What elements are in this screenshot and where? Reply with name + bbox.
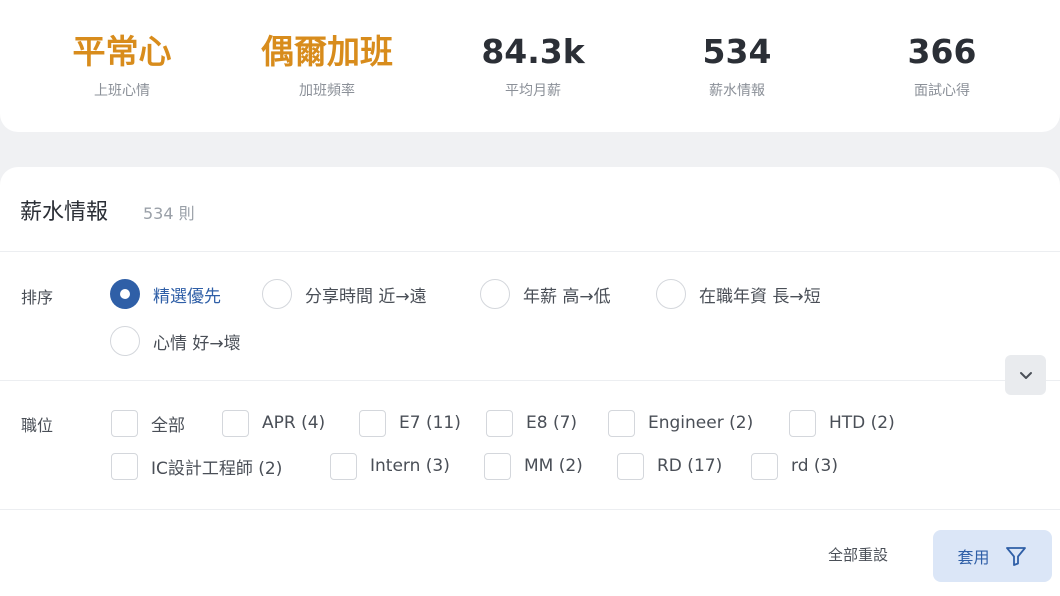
panel-count: 534 則 [143,204,195,223]
checkbox-icon[interactable] [111,409,138,437]
position-option-e7[interactable]: E7 (11) [359,408,461,438]
position-option-rd[interactable]: RD (17) [617,451,722,481]
position-option-label: E7 (11) [399,413,461,433]
checkbox-icon[interactable] [484,452,511,480]
radio-icon[interactable] [262,279,292,309]
position-option-label: Engineer (2) [648,413,754,433]
checkbox-icon[interactable] [789,409,816,437]
sort-option-label: 年薪 高→低 [523,286,611,307]
sort-option-label: 心情 好→壞 [153,333,241,354]
stat-overtime: 偶爾加班 加班頻率 [227,30,427,100]
position-option-intern[interactable]: Intern (3) [330,451,450,481]
checkbox-icon[interactable] [111,452,138,480]
position-option-label: MM (2) [524,456,583,476]
sort-option-label: 精選優先 [153,286,221,307]
position-option-mm[interactable]: MM (2) [484,451,583,481]
position-option-htd[interactable]: HTD (2) [789,408,895,438]
checkbox-icon[interactable] [486,409,513,437]
chevron-down-icon [1019,371,1032,379]
sort-option-mood[interactable]: 心情 好→壞 [110,326,241,356]
stat-label: 加班頻率 [299,83,355,99]
stat-mood: 平常心 上班心情 [22,30,222,100]
position-section: 職位 全部 APR (4) E7 (11) E8 (7) Engineer (2… [0,382,1060,510]
sort-section: 排序 精選優先 分享時間 近→遠 年薪 高→低 在職年資 長→短 心情 好→壞 [0,253,1060,381]
position-option-label: 全部 [151,415,185,436]
checkbox-icon[interactable] [222,409,249,437]
position-option-ic-engineer[interactable]: IC設計工程師 (2) [111,451,282,481]
stat-label: 上班心情 [94,83,150,99]
sort-option-share-time[interactable]: 分享時間 近→遠 [262,279,427,309]
reset-all-button[interactable]: 全部重設 [828,544,888,565]
stat-salary-reports: 534 薪水情報 [637,30,837,100]
position-option-label: HTD (2) [829,413,895,433]
stat-value: 偶爾加班 [261,32,393,71]
stats-card: 平常心 上班心情 偶爾加班 加班頻率 84.3k 平均月薪 534 薪水情報 3… [0,0,1060,132]
radio-icon[interactable] [480,279,510,309]
stat-interviews: 366 面試心得 [842,30,1042,100]
position-option-label: Intern (3) [370,456,450,476]
stat-value: 平常心 [72,32,172,71]
position-option-label: APR (4) [262,413,326,433]
checkbox-icon[interactable] [330,452,357,480]
stat-label: 平均月薪 [505,83,561,99]
sort-option-featured[interactable]: 精選優先 [110,279,221,309]
position-label: 職位 [21,416,54,435]
stat-label: 薪水情報 [709,83,765,99]
sort-option-annual-salary[interactable]: 年薪 高→低 [480,279,611,309]
radio-icon[interactable] [110,326,140,356]
apply-button[interactable]: 套用 [933,530,1052,582]
sort-option-tenure[interactable]: 在職年資 長→短 [656,279,821,309]
checkbox-icon[interactable] [608,409,635,437]
position-option-apr[interactable]: APR (4) [222,408,325,438]
expand-positions-button[interactable] [1005,355,1046,395]
panel-title: 薪水情報 [20,200,109,225]
sort-option-label: 在職年資 長→短 [699,286,821,307]
position-option-label: IC設計工程師 (2) [151,458,283,479]
filter-icon [1004,544,1028,568]
stat-value: 84.3k [481,32,585,71]
stat-value: 366 [907,32,977,71]
sort-option-label: 分享時間 近→遠 [305,286,427,307]
position-option-label: RD (17) [657,456,723,476]
apply-label: 套用 [957,548,990,567]
position-option-e8[interactable]: E8 (7) [486,408,577,438]
position-option-engineer[interactable]: Engineer (2) [608,408,753,438]
salary-panel: 薪水情報 534 則 排序 精選優先 分享時間 近→遠 年薪 高→低 在職年資 … [0,167,1060,596]
panel-header: 薪水情報 534 則 [0,167,1060,252]
stat-label: 面試心得 [914,83,970,99]
position-option-label: rd (3) [791,456,838,476]
sort-label: 排序 [21,288,54,307]
radio-checked-icon[interactable] [110,279,140,309]
radio-icon[interactable] [656,279,686,309]
checkbox-icon[interactable] [617,452,644,480]
position-option-all[interactable]: 全部 [111,408,185,438]
stat-avg-salary: 84.3k 平均月薪 [433,30,633,100]
position-option-rd-lower[interactable]: rd (3) [751,451,838,481]
checkbox-icon[interactable] [359,409,386,437]
stat-value: 534 [702,32,772,71]
checkbox-icon[interactable] [751,452,778,480]
position-option-label: E8 (7) [526,413,578,433]
